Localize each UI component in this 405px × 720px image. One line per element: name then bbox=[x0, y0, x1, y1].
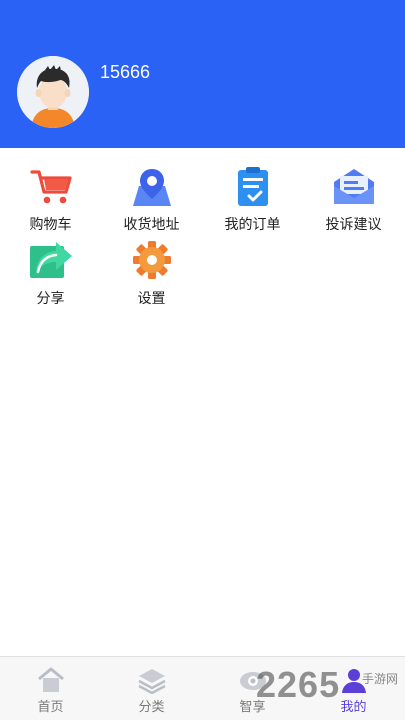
clipboard-check-icon bbox=[230, 166, 276, 208]
menu-item-label: 分享 bbox=[36, 291, 65, 307]
menu-item-feedback[interactable]: 投诉建议 bbox=[303, 166, 404, 234]
tab-label: 首页 bbox=[37, 700, 64, 715]
home-icon bbox=[36, 666, 66, 694]
menu-item-cart[interactable]: 购物车 bbox=[0, 166, 101, 234]
gear-icon bbox=[129, 240, 175, 282]
menu-item-label: 购物车 bbox=[29, 217, 72, 233]
watermark-subtext: 手游网 bbox=[362, 672, 399, 686]
menu-item-address[interactable]: 收货地址 bbox=[101, 166, 202, 234]
watermark-logo: 2265 bbox=[256, 664, 341, 705]
menu-item-label: 我的订单 bbox=[224, 217, 281, 233]
menu-item-label: 设置 bbox=[137, 291, 166, 307]
menu-item-label: 收货地址 bbox=[123, 217, 180, 233]
share-arrow-icon bbox=[28, 240, 74, 282]
tab-label: 分类 bbox=[138, 700, 165, 715]
user-avatar-icon[interactable] bbox=[17, 56, 89, 128]
layers-icon bbox=[137, 666, 167, 695]
bottom-tab-bar: 首页 分类 智享 我的 bbox=[0, 656, 405, 720]
username-text: 15666 bbox=[100, 62, 151, 82]
tab-home[interactable]: 首页 bbox=[0, 657, 101, 720]
menu-item-share[interactable]: 分享 bbox=[0, 240, 101, 308]
menu-item-label: 投诉建议 bbox=[325, 217, 382, 233]
shopping-cart-icon bbox=[28, 166, 74, 208]
menu-item-orders[interactable]: 我的订单 bbox=[202, 166, 303, 234]
tab-category[interactable]: 分类 bbox=[101, 657, 202, 720]
menu-item-settings[interactable]: 设置 bbox=[101, 240, 202, 308]
envelope-icon bbox=[331, 166, 377, 208]
profile-header: 15666 bbox=[0, 0, 405, 148]
map-pin-icon bbox=[129, 166, 175, 208]
